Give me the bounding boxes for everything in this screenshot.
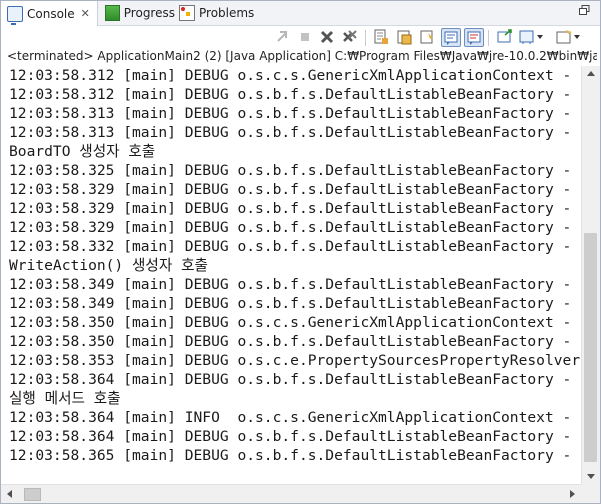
horizontal-scroll-thumb[interactable] bbox=[24, 488, 41, 501]
scroll-left-arrow-icon[interactable] bbox=[7, 490, 12, 498]
toolbar-separator bbox=[365, 30, 366, 46]
remove-icon bbox=[320, 30, 334, 44]
launch-status-text: <terminated> ApplicationMain2 (2) [Java … bbox=[7, 49, 597, 63]
display-console-icon bbox=[519, 30, 543, 44]
open-console-icon bbox=[497, 29, 512, 43]
toolbar-separator bbox=[488, 30, 489, 46]
console-line: 12:03:58.312 [main] DEBUG o.s.c.s.Generi… bbox=[9, 67, 581, 84]
remove-button[interactable] bbox=[319, 29, 335, 45]
console-line: 실행 메서드 호출 bbox=[9, 390, 121, 407]
console-view: Console ✕ Progress Problems <terminated>… bbox=[0, 0, 601, 504]
new-console-icon bbox=[556, 30, 580, 44]
show-stderr-button[interactable] bbox=[464, 28, 484, 47]
console-icon bbox=[7, 5, 23, 25]
console-line: 12:03:58.365 [main] DEBUG o.s.b.f.s.Defa… bbox=[9, 447, 581, 464]
console-line: 12:03:58.350 [main] DEBUG o.s.c.s.Generi… bbox=[9, 314, 581, 331]
console-line: 12:03:58.350 [main] DEBUG o.s.b.f.s.Defa… bbox=[9, 333, 581, 350]
scroll-lock-icon bbox=[374, 29, 388, 44]
console-line: 12:03:58.313 [main] DEBUG o.s.b.f.s.Defa… bbox=[9, 124, 581, 141]
remove-all-button[interactable] bbox=[342, 29, 358, 45]
display-console-button[interactable] bbox=[519, 29, 545, 45]
tab-progress-label: Progress bbox=[123, 6, 175, 20]
tab-progress[interactable]: Progress bbox=[99, 1, 175, 25]
scroll-up-arrow-icon[interactable] bbox=[587, 71, 595, 76]
remove-all-icon bbox=[343, 30, 357, 42]
show-stdout-button[interactable] bbox=[441, 28, 461, 47]
open-console-button[interactable] bbox=[497, 29, 513, 45]
console-line: 12:03:58.364 [main] INFO o.s.c.s.Generic… bbox=[9, 409, 581, 426]
console-line: 12:03:58.332 [main] DEBUG o.s.b.f.s.Defa… bbox=[9, 238, 581, 255]
vertical-scroll-thumb[interactable] bbox=[584, 233, 597, 462]
tab-console[interactable]: Console ✕ bbox=[1, 1, 98, 26]
progress-icon bbox=[105, 5, 120, 21]
console-line: 12:03:58.325 [main] DEBUG o.s.b.f.s.Defa… bbox=[9, 162, 581, 179]
close-tab-icon[interactable]: ✕ bbox=[81, 7, 90, 20]
console-line: 12:03:58.364 [main] DEBUG o.s.b.f.s.Defa… bbox=[9, 371, 581, 388]
tab-console-label: Console bbox=[27, 6, 75, 21]
terminate-icon bbox=[301, 33, 309, 41]
scrollbar-corner bbox=[581, 484, 600, 503]
restore-icon[interactable] bbox=[579, 5, 590, 16]
console-line: 12:03:58.353 [main] DEBUG o.s.c.e.Proper… bbox=[9, 352, 581, 369]
word-wrap-icon bbox=[397, 30, 412, 45]
tab-problems[interactable]: Problems bbox=[173, 1, 255, 25]
terminate-button[interactable] bbox=[297, 29, 313, 45]
remove-launch-button[interactable] bbox=[274, 29, 290, 45]
scroll-right-arrow-icon[interactable] bbox=[570, 490, 575, 498]
horizontal-scrollbar[interactable] bbox=[1, 484, 581, 503]
console-line: WriteAction() 생성자 호출 bbox=[9, 257, 208, 274]
scroll-down-arrow-icon[interactable] bbox=[587, 474, 595, 479]
word-wrap-button[interactable] bbox=[396, 29, 412, 45]
scroll-lock-button[interactable] bbox=[373, 29, 389, 45]
console-line: 12:03:58.313 [main] DEBUG o.s.b.f.s.Defa… bbox=[9, 105, 581, 122]
console-line: 12:03:58.329 [main] DEBUG o.s.b.f.s.Defa… bbox=[9, 219, 581, 236]
console-line: 12:03:58.329 [main] DEBUG o.s.b.f.s.Defa… bbox=[9, 200, 581, 217]
console-line: 12:03:58.312 [main] DEBUG o.s.b.f.s.Defa… bbox=[9, 86, 581, 103]
tab-bar: Console ✕ Progress Problems bbox=[1, 1, 600, 26]
pin-console-button[interactable] bbox=[419, 29, 435, 45]
console-line: 12:03:58.364 [main] DEBUG o.s.b.f.s.Defa… bbox=[9, 428, 581, 445]
show-stderr-icon bbox=[467, 31, 481, 45]
console-toolbar bbox=[1, 26, 600, 48]
console-line: 12:03:58.349 [main] DEBUG o.s.b.f.s.Defa… bbox=[9, 295, 581, 312]
pin-console-icon bbox=[420, 30, 433, 44]
new-console-button[interactable] bbox=[556, 29, 582, 45]
vertical-scrollbar[interactable] bbox=[581, 66, 600, 484]
console-line: 12:03:58.349 [main] DEBUG o.s.b.f.s.Defa… bbox=[9, 276, 581, 293]
show-stdout-icon bbox=[444, 31, 458, 45]
console-line: BoardTO 생성자 호출 bbox=[9, 143, 156, 160]
tab-problems-label: Problems bbox=[199, 6, 255, 20]
problems-icon bbox=[179, 5, 195, 21]
remove-launch-icon bbox=[277, 31, 287, 42]
console-output[interactable]: 12:03:58.312 [main] DEBUG o.s.c.s.Generi… bbox=[9, 66, 581, 484]
console-line: 12:03:58.329 [main] DEBUG o.s.b.f.s.Defa… bbox=[9, 181, 581, 198]
